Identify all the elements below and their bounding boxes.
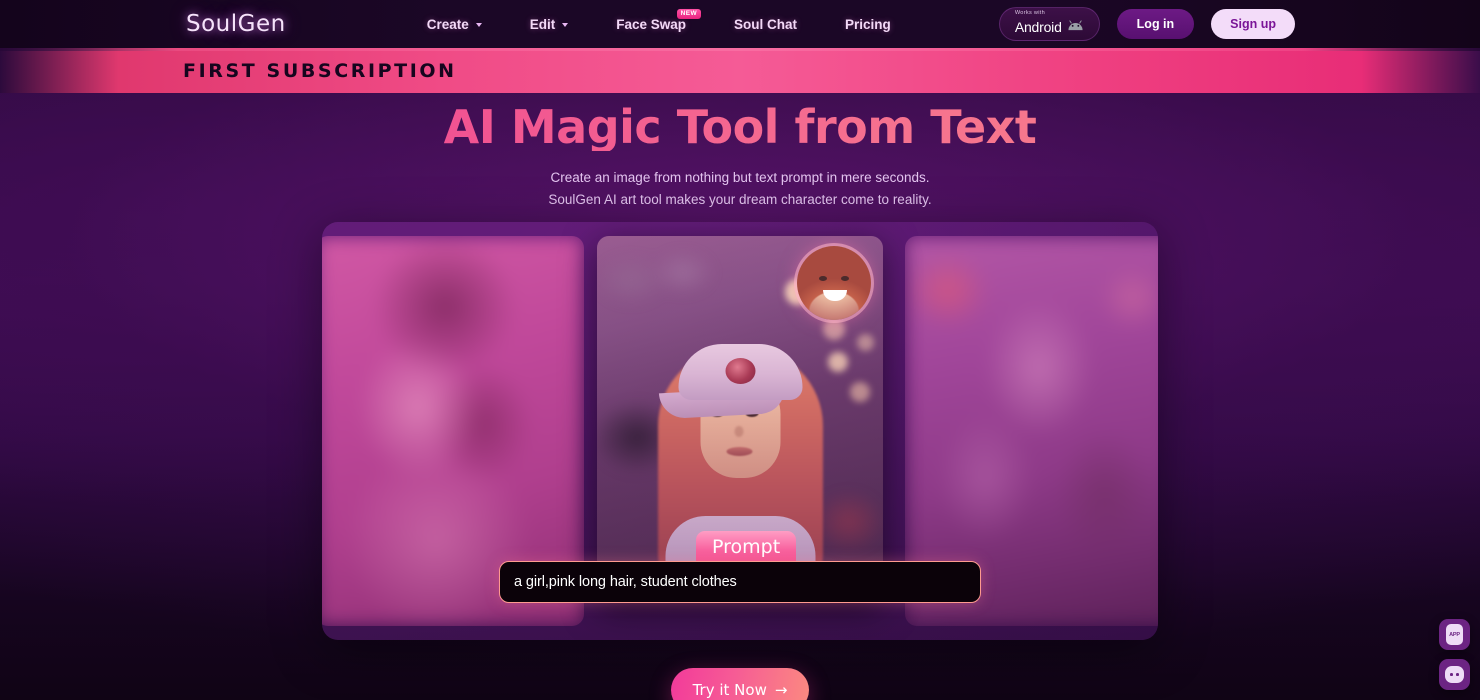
character-mouth [726, 447, 753, 456]
primary-nav-links: Create Edit Face Swap NEW Soul Chat Pric… [403, 8, 915, 32]
promo-banner-title: FIRST SUBSCRIPTION [183, 59, 457, 82]
prompt-input-wrapper[interactable]: a girl,pink long hair, student clothes [499, 561, 981, 603]
new-badge: NEW [676, 8, 702, 19]
chat-dot [1456, 673, 1459, 676]
android-works-with-label: Works with [1014, 9, 1046, 16]
nav-item-edit[interactable]: Edit [506, 17, 593, 32]
chevron-down-icon [475, 23, 482, 27]
nav-item-create[interactable]: Create [403, 17, 506, 32]
bokeh-light [857, 334, 874, 351]
signup-button[interactable]: Sign up [1211, 9, 1295, 39]
nav-item-pricing[interactable]: Pricing [821, 17, 915, 32]
promo-banner: FIRST SUBSCRIPTION [0, 48, 1480, 93]
nav-label-soul-chat: Soul Chat [734, 16, 798, 32]
chat-dots [1445, 666, 1464, 683]
login-button[interactable]: Log in [1116, 9, 1195, 39]
nav-label-edit: Edit [529, 16, 556, 32]
prompt-input[interactable]: a girl,pink long hair, student clothes [514, 574, 737, 590]
chat-dot [1450, 673, 1453, 676]
top-navigation-bar: SoulGen Create Edit Face Swap NEW Soul C… [0, 0, 1480, 48]
app-badge-label: APP [1446, 624, 1463, 645]
hero-section: AI Magic Tool from Text Create an image … [0, 93, 1480, 210]
hero-subtitle-line-2: SoulGen AI art tool makes your dream cha… [548, 191, 932, 207]
bokeh-light [850, 382, 870, 402]
character-nose [734, 426, 744, 437]
nav-label-pricing: Pricing [845, 16, 891, 32]
hero-subtitle-line-1: Create an image from nothing but text pr… [550, 170, 930, 186]
nav-item-soul-chat[interactable]: Soul Chat [710, 17, 821, 32]
cap-logo-icon [725, 358, 755, 384]
arrow-right-icon: → [774, 681, 788, 699]
try-it-now-button[interactable]: Try it Now → [671, 668, 809, 700]
brand-logo[interactable]: SoulGen [186, 11, 286, 37]
floating-widget-column: APP [1439, 619, 1470, 690]
chat-bubble-icon[interactable] [1439, 659, 1470, 690]
page-title: AI Magic Tool from Text [0, 103, 1480, 152]
android-robot-icon [1067, 18, 1084, 36]
nav-item-face-swap[interactable]: Face Swap NEW [592, 8, 710, 32]
avatar-eye [841, 276, 849, 281]
try-it-now-label: Try it Now [692, 681, 767, 699]
avatar [797, 246, 871, 320]
avatar-eye [819, 276, 827, 281]
android-platform-label: Android [1014, 19, 1062, 36]
chevron-down-icon [562, 23, 569, 27]
avatar-hair [797, 246, 871, 320]
nav-label-face-swap: Face Swap [616, 16, 687, 32]
nav-label-create: Create [426, 16, 469, 32]
nav-actions: Works with Android Log in Sign up [998, 7, 1295, 41]
hero-subtitle: Create an image from nothing but text pr… [0, 167, 1480, 210]
mobile-app-icon[interactable]: APP [1439, 619, 1470, 650]
works-with-android-badge[interactable]: Works with Android [998, 7, 1100, 41]
